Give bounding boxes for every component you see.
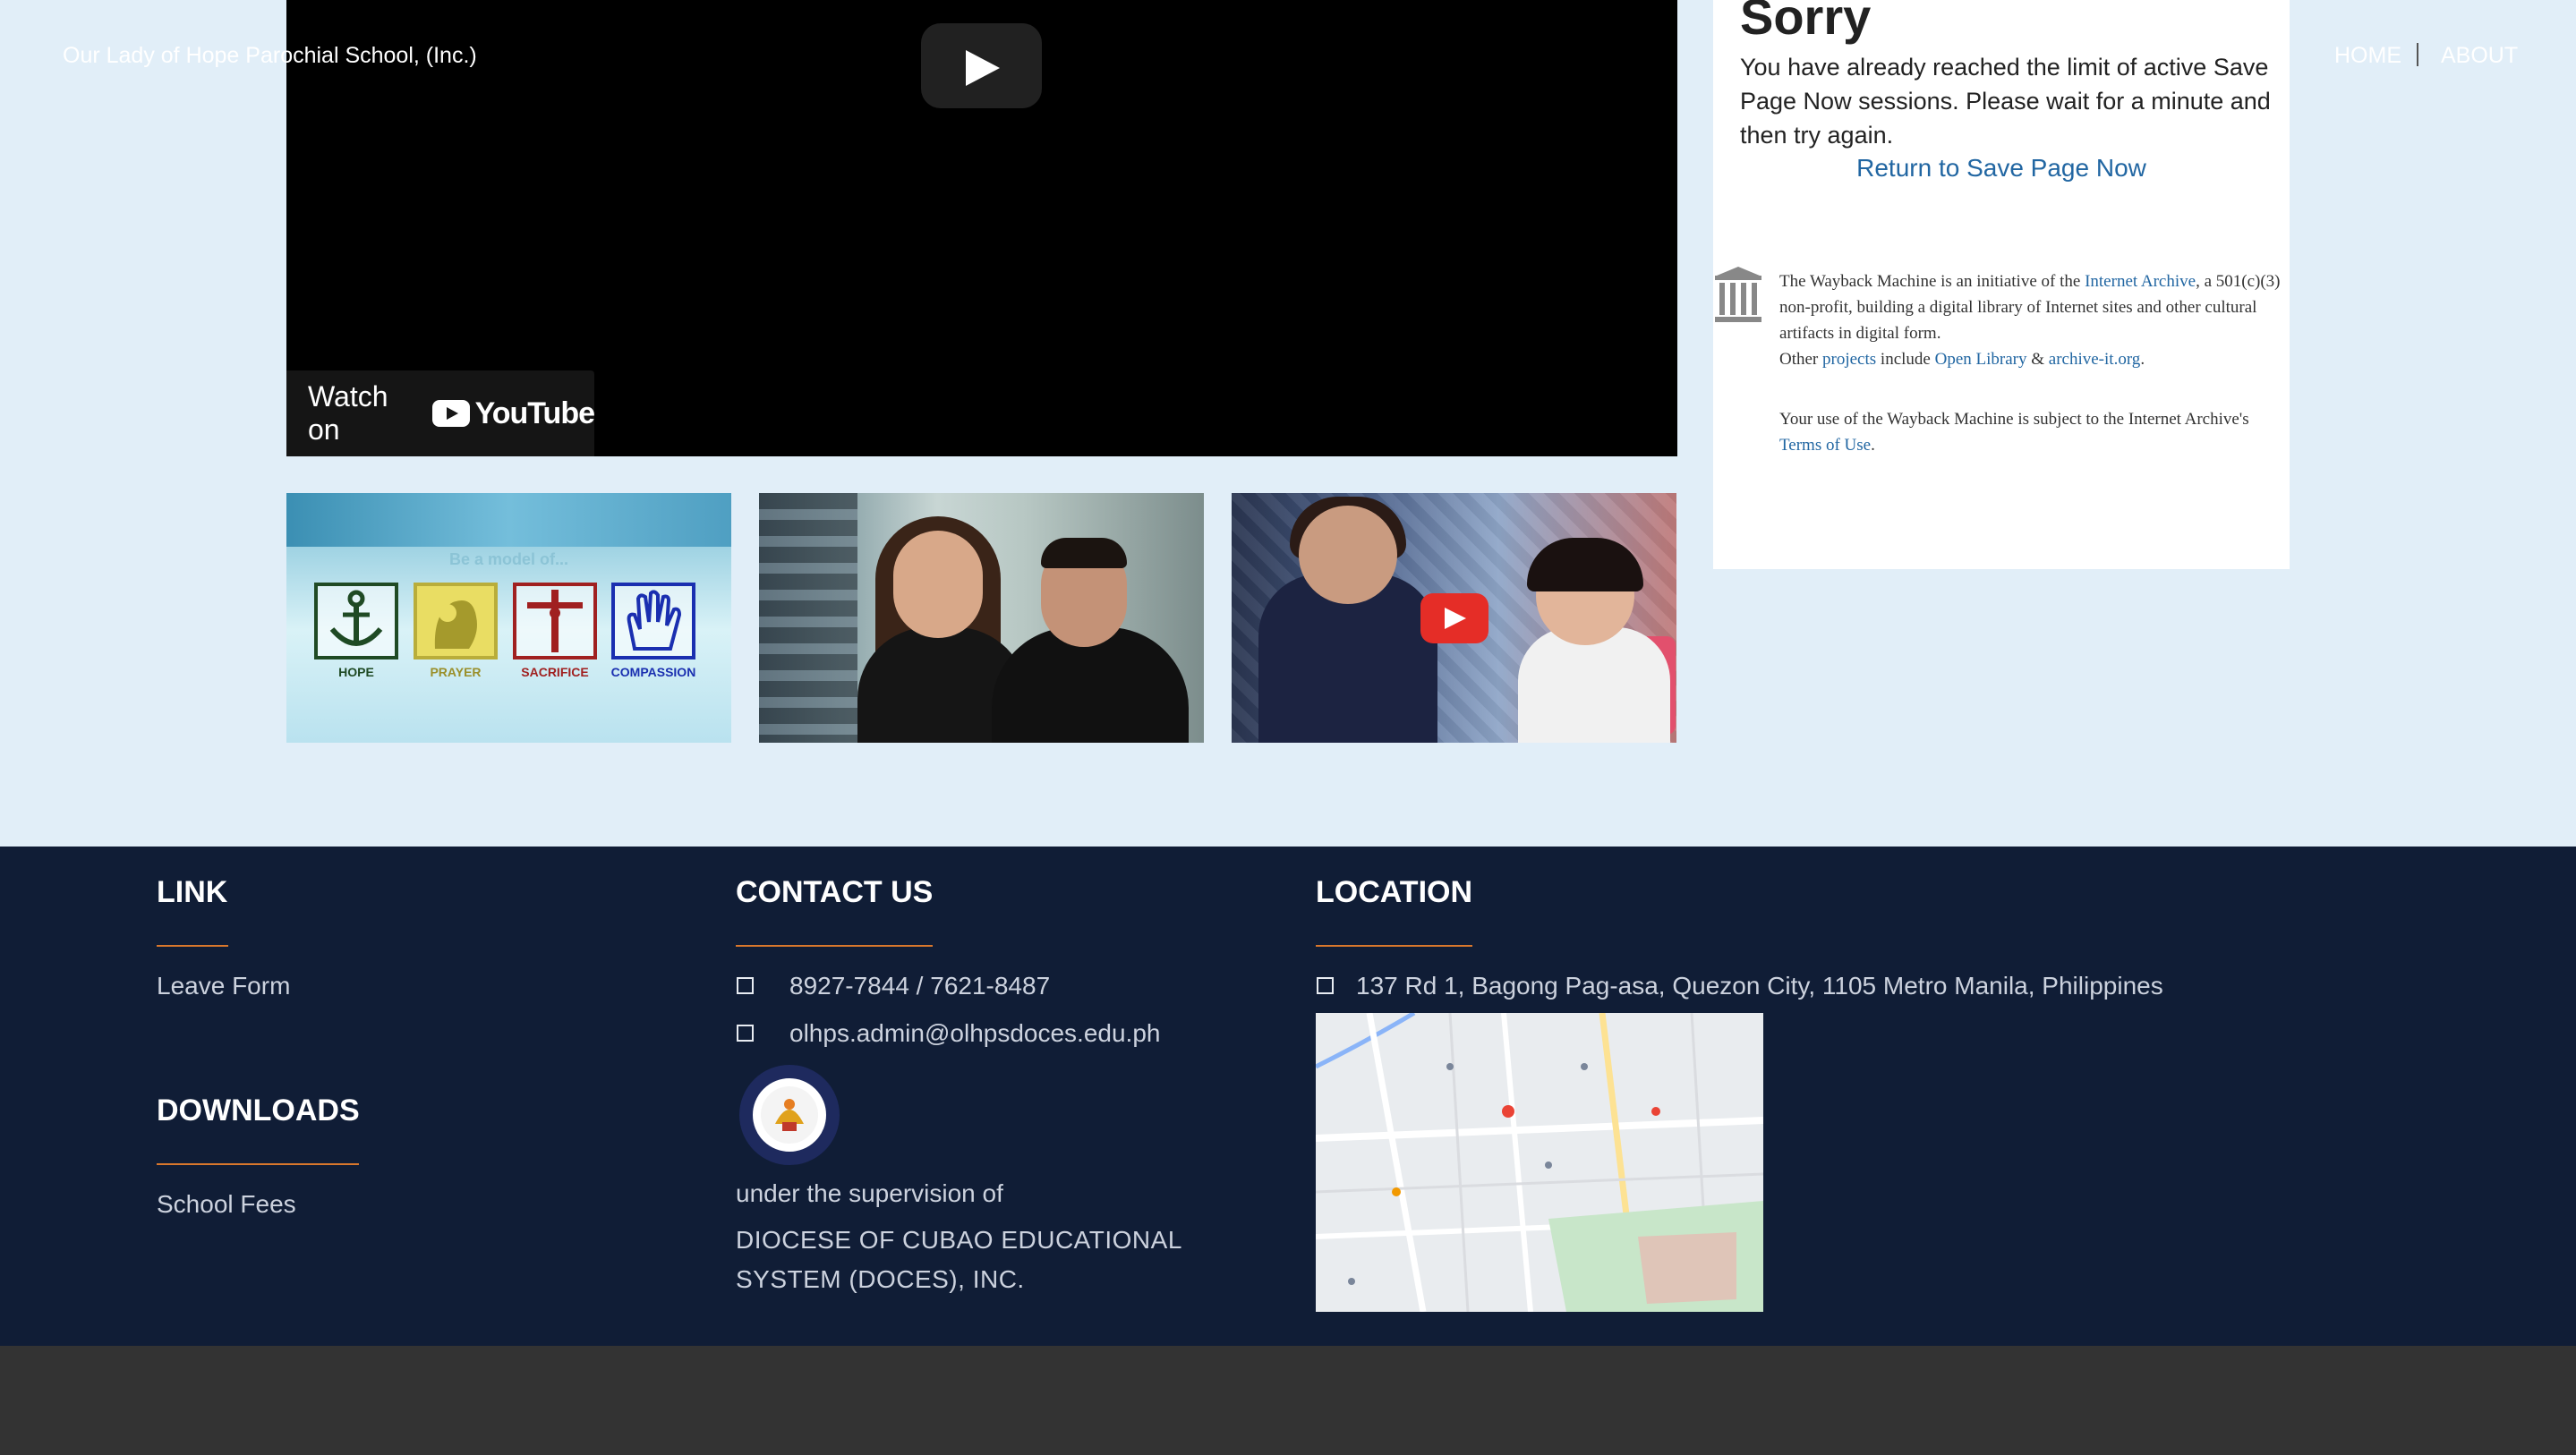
play-button[interactable] (921, 23, 1042, 108)
person-face (893, 531, 983, 638)
leave-form-link[interactable]: Leave Form (157, 972, 290, 1000)
youtube-wordmark: YouTube (474, 396, 595, 430)
footer-title-rule (157, 945, 228, 947)
virtue-label: PRAYER (430, 665, 482, 679)
virtue-label: COMPASSION (610, 665, 696, 679)
error-title: Sorry (1740, 0, 1872, 45)
footer-location-title: LOCATION (1316, 875, 1473, 909)
virtue-prayer: PRAYER (413, 583, 499, 679)
internet-archive-icon (1715, 267, 1761, 322)
video-thumbnail-virtues[interactable]: Be a model of... HOPE PRAYER SACRIFICE C… (286, 493, 731, 743)
terms-text: . (1871, 436, 1875, 455)
person-student (1518, 627, 1670, 743)
wayback-about-text: The Wayback Machine is an initiative of … (1779, 268, 2286, 492)
footer-title-rule (157, 1163, 359, 1165)
other-text: & (2026, 350, 2049, 369)
thumbnail-banner (286, 493, 731, 547)
other-text: Other (1779, 350, 1823, 369)
other-text: include (1876, 350, 1935, 369)
hand-icon (627, 590, 682, 651)
return-to-save-page-now-link[interactable]: Return to Save Page Now (1713, 154, 2290, 183)
praying-figure-icon (434, 600, 477, 649)
thumbnail-caption: Be a model of... (448, 550, 569, 568)
virtue-sacrifice: SACRIFICE (512, 583, 598, 679)
archive-it-link[interactable]: archive-it.org (2049, 350, 2141, 369)
about-text: The Wayback Machine is an initiative of … (1779, 272, 2086, 291)
school-fees-link[interactable]: School Fees (157, 1190, 296, 1219)
bottom-bar (0, 1346, 2576, 1455)
projects-link[interactable]: projects (1822, 350, 1876, 369)
play-icon (966, 50, 1000, 86)
copyright-text: Our Lady of Hope Parochial School, (Inc.… (63, 43, 477, 68)
watch-on-label: Watch on (308, 380, 388, 446)
terms-of-use-link[interactable]: Terms of Use (1779, 436, 1871, 455)
email-bullet-icon (737, 1025, 754, 1042)
crucifix-icon (527, 590, 583, 652)
youtube-play-button[interactable] (1420, 593, 1488, 643)
doces-name-line-2: SYSTEM (DOCES), INC. (736, 1265, 1025, 1293)
terms-text: Your use of the Wayback Machine is subje… (1779, 410, 2249, 429)
contact-phone: 8927-7844 / 7621-8487 (789, 972, 1051, 1000)
phone-bullet-icon (737, 977, 754, 994)
youtube-video-player[interactable]: Watch on YouTube (286, 0, 1677, 456)
footer-title-rule (1316, 945, 1472, 947)
play-icon (1445, 608, 1466, 629)
doces-name-line-1: DIOCESE OF CUBAO EDUCATIONAL (736, 1226, 1182, 1254)
virtue-compassion: COMPASSION (610, 583, 696, 679)
bookshelf-background (759, 493, 857, 743)
video-thumbnail-classroom[interactable] (1232, 493, 1676, 743)
footer-link-title: LINK (157, 875, 228, 909)
nav-about-link[interactable]: ABOUT (2441, 43, 2518, 69)
site-footer (0, 847, 2576, 1346)
address-bullet-icon (1317, 977, 1334, 994)
nav-home-link[interactable]: HOME (2334, 43, 2401, 69)
location-map[interactable] (1316, 1013, 1763, 1312)
other-text: . (2140, 350, 2145, 369)
supervision-text: under the supervision of (736, 1179, 1003, 1207)
footer-downloads-title: DOWNLOADS (157, 1093, 360, 1127)
wayback-error-panel: Sorry You have already reached the limit… (1713, 0, 2290, 569)
footer-contact-title: CONTACT US (736, 875, 934, 909)
watch-on-youtube-button[interactable]: Watch on YouTube (286, 370, 595, 456)
virtue-label: SACRIFICE (521, 665, 589, 679)
open-library-link[interactable]: Open Library (1935, 350, 2027, 369)
internet-archive-link[interactable]: Internet Archive (2085, 272, 2196, 291)
youtube-icon (431, 400, 470, 427)
anchor-icon (329, 590, 383, 646)
person-face (1299, 506, 1397, 604)
seal-emblem-icon (740, 1066, 839, 1164)
nav-divider (2417, 43, 2418, 66)
video-thumbnail-interview[interactable] (759, 493, 1204, 743)
person-hair (1041, 538, 1127, 568)
footer-title-rule (736, 945, 933, 947)
location-address: 137 Rd 1, Bagong Pag-asa, Quezon City, 1… (1356, 972, 2163, 1000)
map-image (1316, 1013, 1763, 1312)
youtube-logo: YouTube (431, 396, 595, 431)
virtue-label: HOPE (338, 665, 374, 679)
contact-email[interactable]: olhps.admin@olhpsdoces.edu.ph (789, 1019, 1160, 1048)
error-message: You have already reached the limit of ac… (1740, 54, 2271, 149)
doces-seal-logo (739, 1065, 840, 1165)
virtue-hope: HOPE (313, 583, 399, 679)
